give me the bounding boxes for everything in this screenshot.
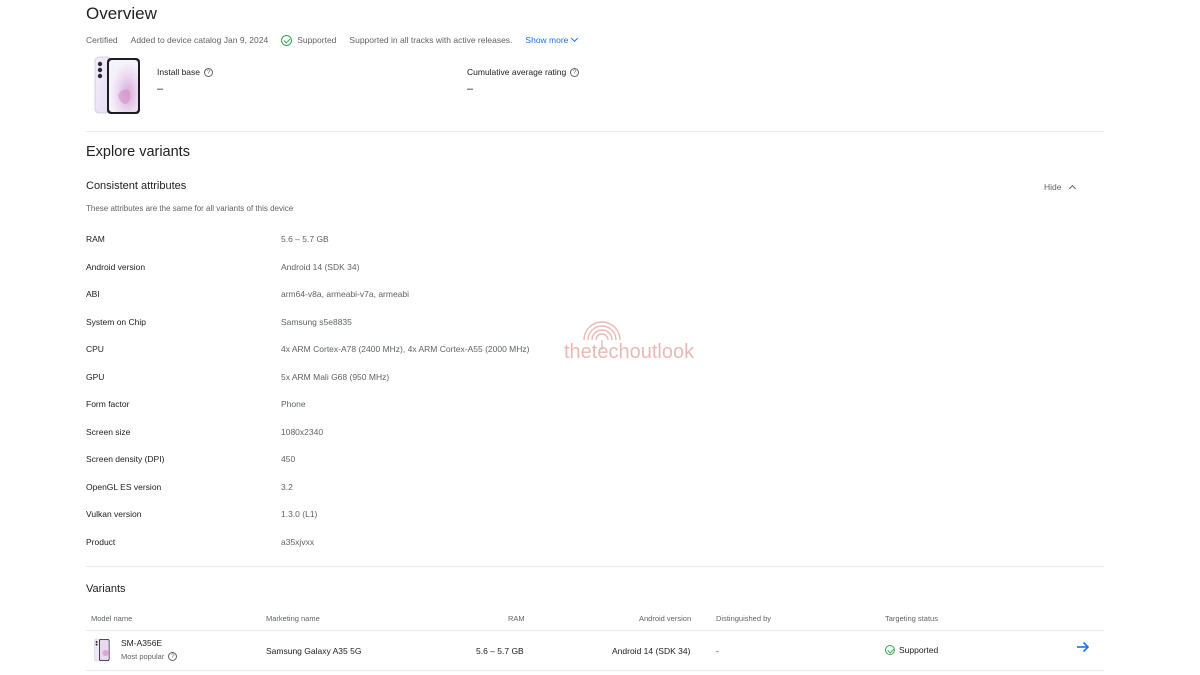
help-circle-icon[interactable]: ?	[570, 67, 580, 77]
added-date: Added to device catalog Jan 9, 2024	[130, 35, 269, 45]
table-row[interactable]: SM-A356E Most popular ? Samsung Galaxy A…	[86, 632, 1104, 670]
ram-value: 5.6 – 5.7 GB	[476, 646, 524, 656]
android-value: Android 14 (SDK 34)	[612, 646, 691, 656]
help-circle-icon[interactable]: ?	[168, 652, 178, 661]
column-header-targeting: Targeting status	[885, 614, 938, 623]
targeting-status: Supported	[885, 645, 938, 655]
watermark-text: thetechoutlook	[564, 341, 695, 363]
column-header-marketing: Marketing name	[266, 614, 320, 623]
attribute-key: Screen density (DPI)	[86, 454, 165, 464]
attribute-value: arm64-v8a, armeabi-v7a, armeabi	[281, 289, 410, 299]
attribute-value: a35xjvxx	[281, 536, 315, 547]
attribute-key: Android version	[86, 261, 146, 272]
attribute-row-opengl: OpenGL ES version 3.2	[86, 482, 986, 510]
chevron-up-icon	[1069, 184, 1077, 193]
attribute-value: 450	[281, 454, 296, 464]
attribute-key: ABI	[86, 289, 100, 299]
marketing-name: Samsung Galaxy A35 5G	[266, 646, 362, 656]
check-circle-icon	[281, 34, 293, 46]
attribute-value: 1.3.0 (L1)	[281, 509, 318, 519]
attribute-value: 5.6 – 5.7 GB	[281, 234, 329, 244]
consistent-attributes-heading: Consistent attributes	[86, 180, 187, 192]
show-more-label: Show more	[525, 35, 569, 45]
page-title: Overview	[86, 4, 157, 23]
tracks-info: Supported in all tracks with active rele…	[349, 35, 513, 45]
distinguished-value: -	[716, 646, 719, 656]
hide-button[interactable]: Hide	[1044, 182, 1077, 193]
section-divider	[86, 131, 1104, 132]
rating-stat: Cumulative average rating ? –	[467, 67, 580, 95]
certified-status: Certified	[86, 35, 118, 45]
rating-value: –	[467, 83, 474, 95]
attribute-key: System on Chip	[86, 316, 146, 327]
device-thumbnail	[94, 638, 110, 662]
most-popular-tag: Most popular ?	[121, 652, 178, 661]
attribute-value: 3.2	[281, 481, 293, 492]
attribute-value: Samsung s5e8835	[281, 316, 352, 327]
attribute-row-soc: System on Chip Samsung s5e8835	[86, 317, 986, 345]
attribute-key: CPU	[86, 344, 104, 354]
targeting-label: Supported	[899, 645, 939, 655]
device-image	[94, 56, 140, 114]
attribute-value: Phone	[281, 399, 306, 409]
column-header-distinguished: Distinguished by	[716, 614, 772, 623]
attribute-value: 4x ARM Cortex-A78 (2400 MHz), 4x ARM Cor…	[281, 344, 530, 354]
device-catalog-page: Overview Certified Added to device catal…	[86, 0, 1104, 675]
chevron-down-icon	[571, 34, 579, 43]
attribute-key: Product	[86, 536, 116, 547]
hide-label: Hide	[1044, 182, 1062, 192]
explore-variants-heading: Explore variants	[86, 144, 190, 160]
table-row-divider	[86, 670, 1104, 671]
attribute-row-form-factor: Form factor Phone	[86, 399, 986, 427]
model-name: SM-A356E	[121, 638, 163, 648]
attribute-row-gpu: GPU 5x ARM Mali G68 (950 MHz)	[86, 372, 986, 400]
attribute-key: Form factor	[86, 399, 130, 409]
arrow-right-icon[interactable]	[1076, 641, 1090, 653]
attribute-row-abi: ABI arm64-v8a, armeabi-v7a, armeabi	[86, 289, 986, 317]
attribute-list: RAM 5.6 – 5.7 GB Android version Android…	[86, 234, 986, 564]
check-circle-icon	[885, 645, 895, 655]
section-divider	[86, 566, 1104, 567]
help-circle-icon[interactable]: ?	[204, 67, 213, 77]
install-base-label: Install base	[157, 67, 200, 77]
support-status: Supported	[281, 34, 337, 46]
variants-heading: Variants	[86, 583, 126, 595]
install-base-stat: Install base ? –	[157, 67, 213, 95]
column-header-ram: RAM	[508, 614, 525, 623]
show-more-link[interactable]: Show more	[525, 34, 579, 45]
column-header-android: Android version	[639, 614, 692, 623]
rating-label: Cumulative average rating	[467, 67, 567, 77]
attribute-key: Vulkan version	[86, 509, 142, 519]
most-popular-label: Most popular	[121, 652, 165, 661]
attribute-value: 5x ARM Mali G68 (950 MHz)	[281, 371, 390, 382]
attribute-key: OpenGL ES version	[86, 481, 162, 492]
attribute-row-ram: RAM 5.6 – 5.7 GB	[86, 234, 986, 262]
attribute-value: Android 14 (SDK 34)	[281, 261, 360, 272]
attribute-row-vulkan: Vulkan version 1.3.0 (L1)	[86, 509, 986, 537]
attribute-row-android-version: Android version Android 14 (SDK 34)	[86, 262, 986, 290]
watermark-logo: thetechoutlook	[564, 321, 695, 363]
support-label: Supported	[297, 35, 337, 45]
attribute-row-product: Product a35xjvxx	[86, 537, 986, 565]
attribute-key: RAM	[86, 234, 105, 244]
table-header-divider	[86, 630, 1104, 631]
attribute-key: Screen size	[86, 426, 131, 437]
column-header-model: Model name	[91, 614, 133, 623]
attribute-row-cpu: CPU 4x ARM Cortex-A78 (2400 MHz), 4x ARM…	[86, 344, 986, 372]
attribute-row-screen-size: Screen size 1080x2340	[86, 427, 986, 455]
variants-table-header: Model name Marketing name RAM Android ve…	[86, 614, 1104, 628]
attribute-key: GPU	[86, 371, 105, 382]
device-meta-bar: Certified Added to device catalog Jan 9,…	[86, 34, 579, 46]
attribute-row-screen-density: Screen density (DPI) 450	[86, 454, 986, 482]
consistent-attributes-subtitle: These attributes are the same for all va…	[86, 204, 294, 213]
attribute-value: 1080x2340	[281, 426, 324, 437]
install-base-value: –	[157, 83, 164, 95]
